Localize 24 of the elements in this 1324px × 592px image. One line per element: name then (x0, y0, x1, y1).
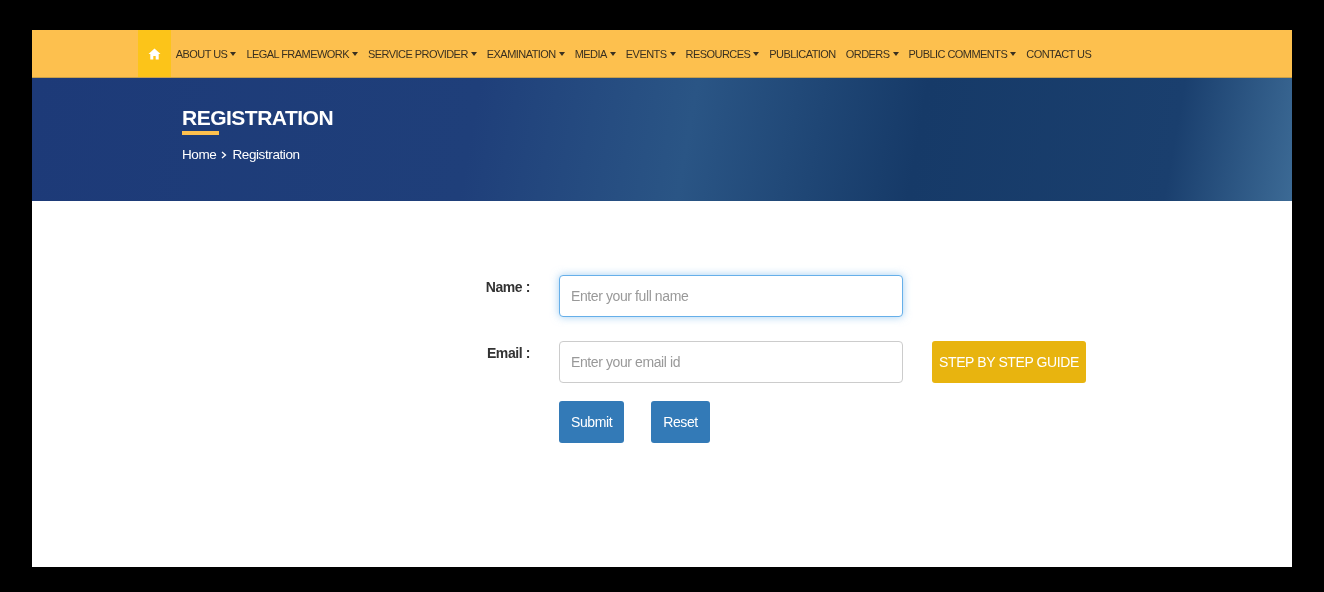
nav-link[interactable]: PUBLIC COMMENTS (903, 30, 1022, 77)
nav-link[interactable]: LEGAL FRAMEWORK (241, 30, 363, 77)
form-button[interactable]: Submit (559, 401, 625, 443)
field-label: Email : (485, 344, 530, 361)
home-link[interactable] (137, 30, 171, 77)
breadcrumb-link[interactable]: Home (182, 147, 217, 162)
nav-link[interactable]: CONTACT US (1021, 30, 1097, 77)
nav-link[interactable]: PUBLICATION (764, 30, 841, 77)
nav-link[interactable]: RESOURCES (680, 30, 765, 77)
input-field[interactable]: Enter your email id (559, 341, 903, 383)
nav-link[interactable]: ABOUT US (170, 30, 242, 77)
nav-link[interactable]: MEDIA (569, 30, 621, 77)
nav-link[interactable]: EVENTS (620, 30, 681, 77)
breadcrumb-current: Registration (232, 147, 300, 162)
input-field[interactable]: Enter your full name (559, 275, 903, 317)
home-icon (147, 47, 161, 60)
nav-link[interactable]: SERVICE PROVIDER (363, 30, 482, 77)
field-label: Name : (484, 278, 530, 295)
chevron-icon (221, 150, 228, 159)
nav-link[interactable]: ORDERS (840, 30, 904, 77)
title-underline (182, 131, 219, 135)
page-title: REGISTRATION (182, 106, 334, 130)
form-button[interactable]: Reset (651, 401, 710, 443)
nav-link[interactable]: EXAMINATION (481, 30, 570, 77)
